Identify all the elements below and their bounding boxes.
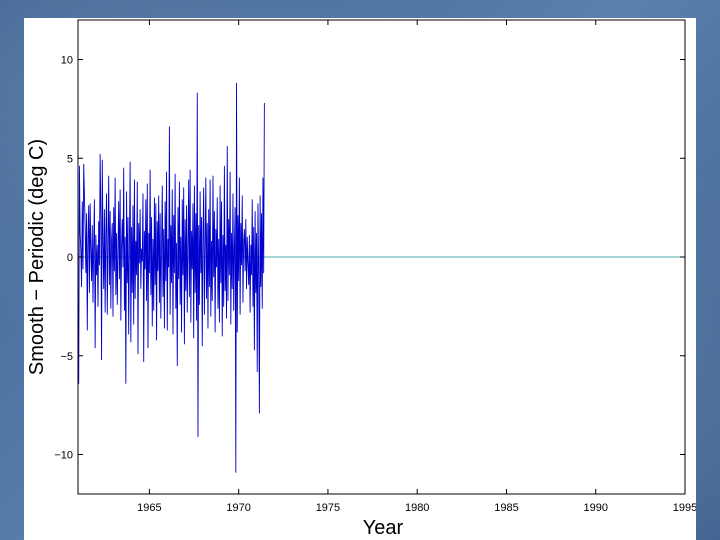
x-axis-title: Year — [363, 517, 404, 539]
x-tick-label: 1980 — [405, 502, 429, 514]
y-tick-label: 10 — [61, 55, 73, 67]
slide-background: 1965 1970 1975 1980 1985 1990 1995 −10 −5 0 5 10 Ye… — [24, 18, 696, 540]
x-tick-label: 1985 — [494, 502, 518, 514]
y-axis-title: Smooth − Periodic (deg C) — [26, 139, 48, 375]
y-tick-label: 0 — [67, 252, 73, 264]
x-tick-label: 1970 — [226, 502, 250, 514]
x-tick-label: 1965 — [137, 502, 161, 514]
x-tick-label: 1975 — [316, 502, 340, 514]
y-tick-label: −5 — [60, 351, 73, 363]
y-tick-label: 5 — [67, 153, 73, 165]
line-chart: 1965 1970 1975 1980 1985 1990 1995 −10 −5 0 5 10 Ye… — [26, 19, 696, 539]
x-tick-label: 1995 — [673, 502, 696, 514]
x-tick-label: 1990 — [583, 502, 607, 514]
y-tick-label: −10 — [54, 450, 73, 462]
